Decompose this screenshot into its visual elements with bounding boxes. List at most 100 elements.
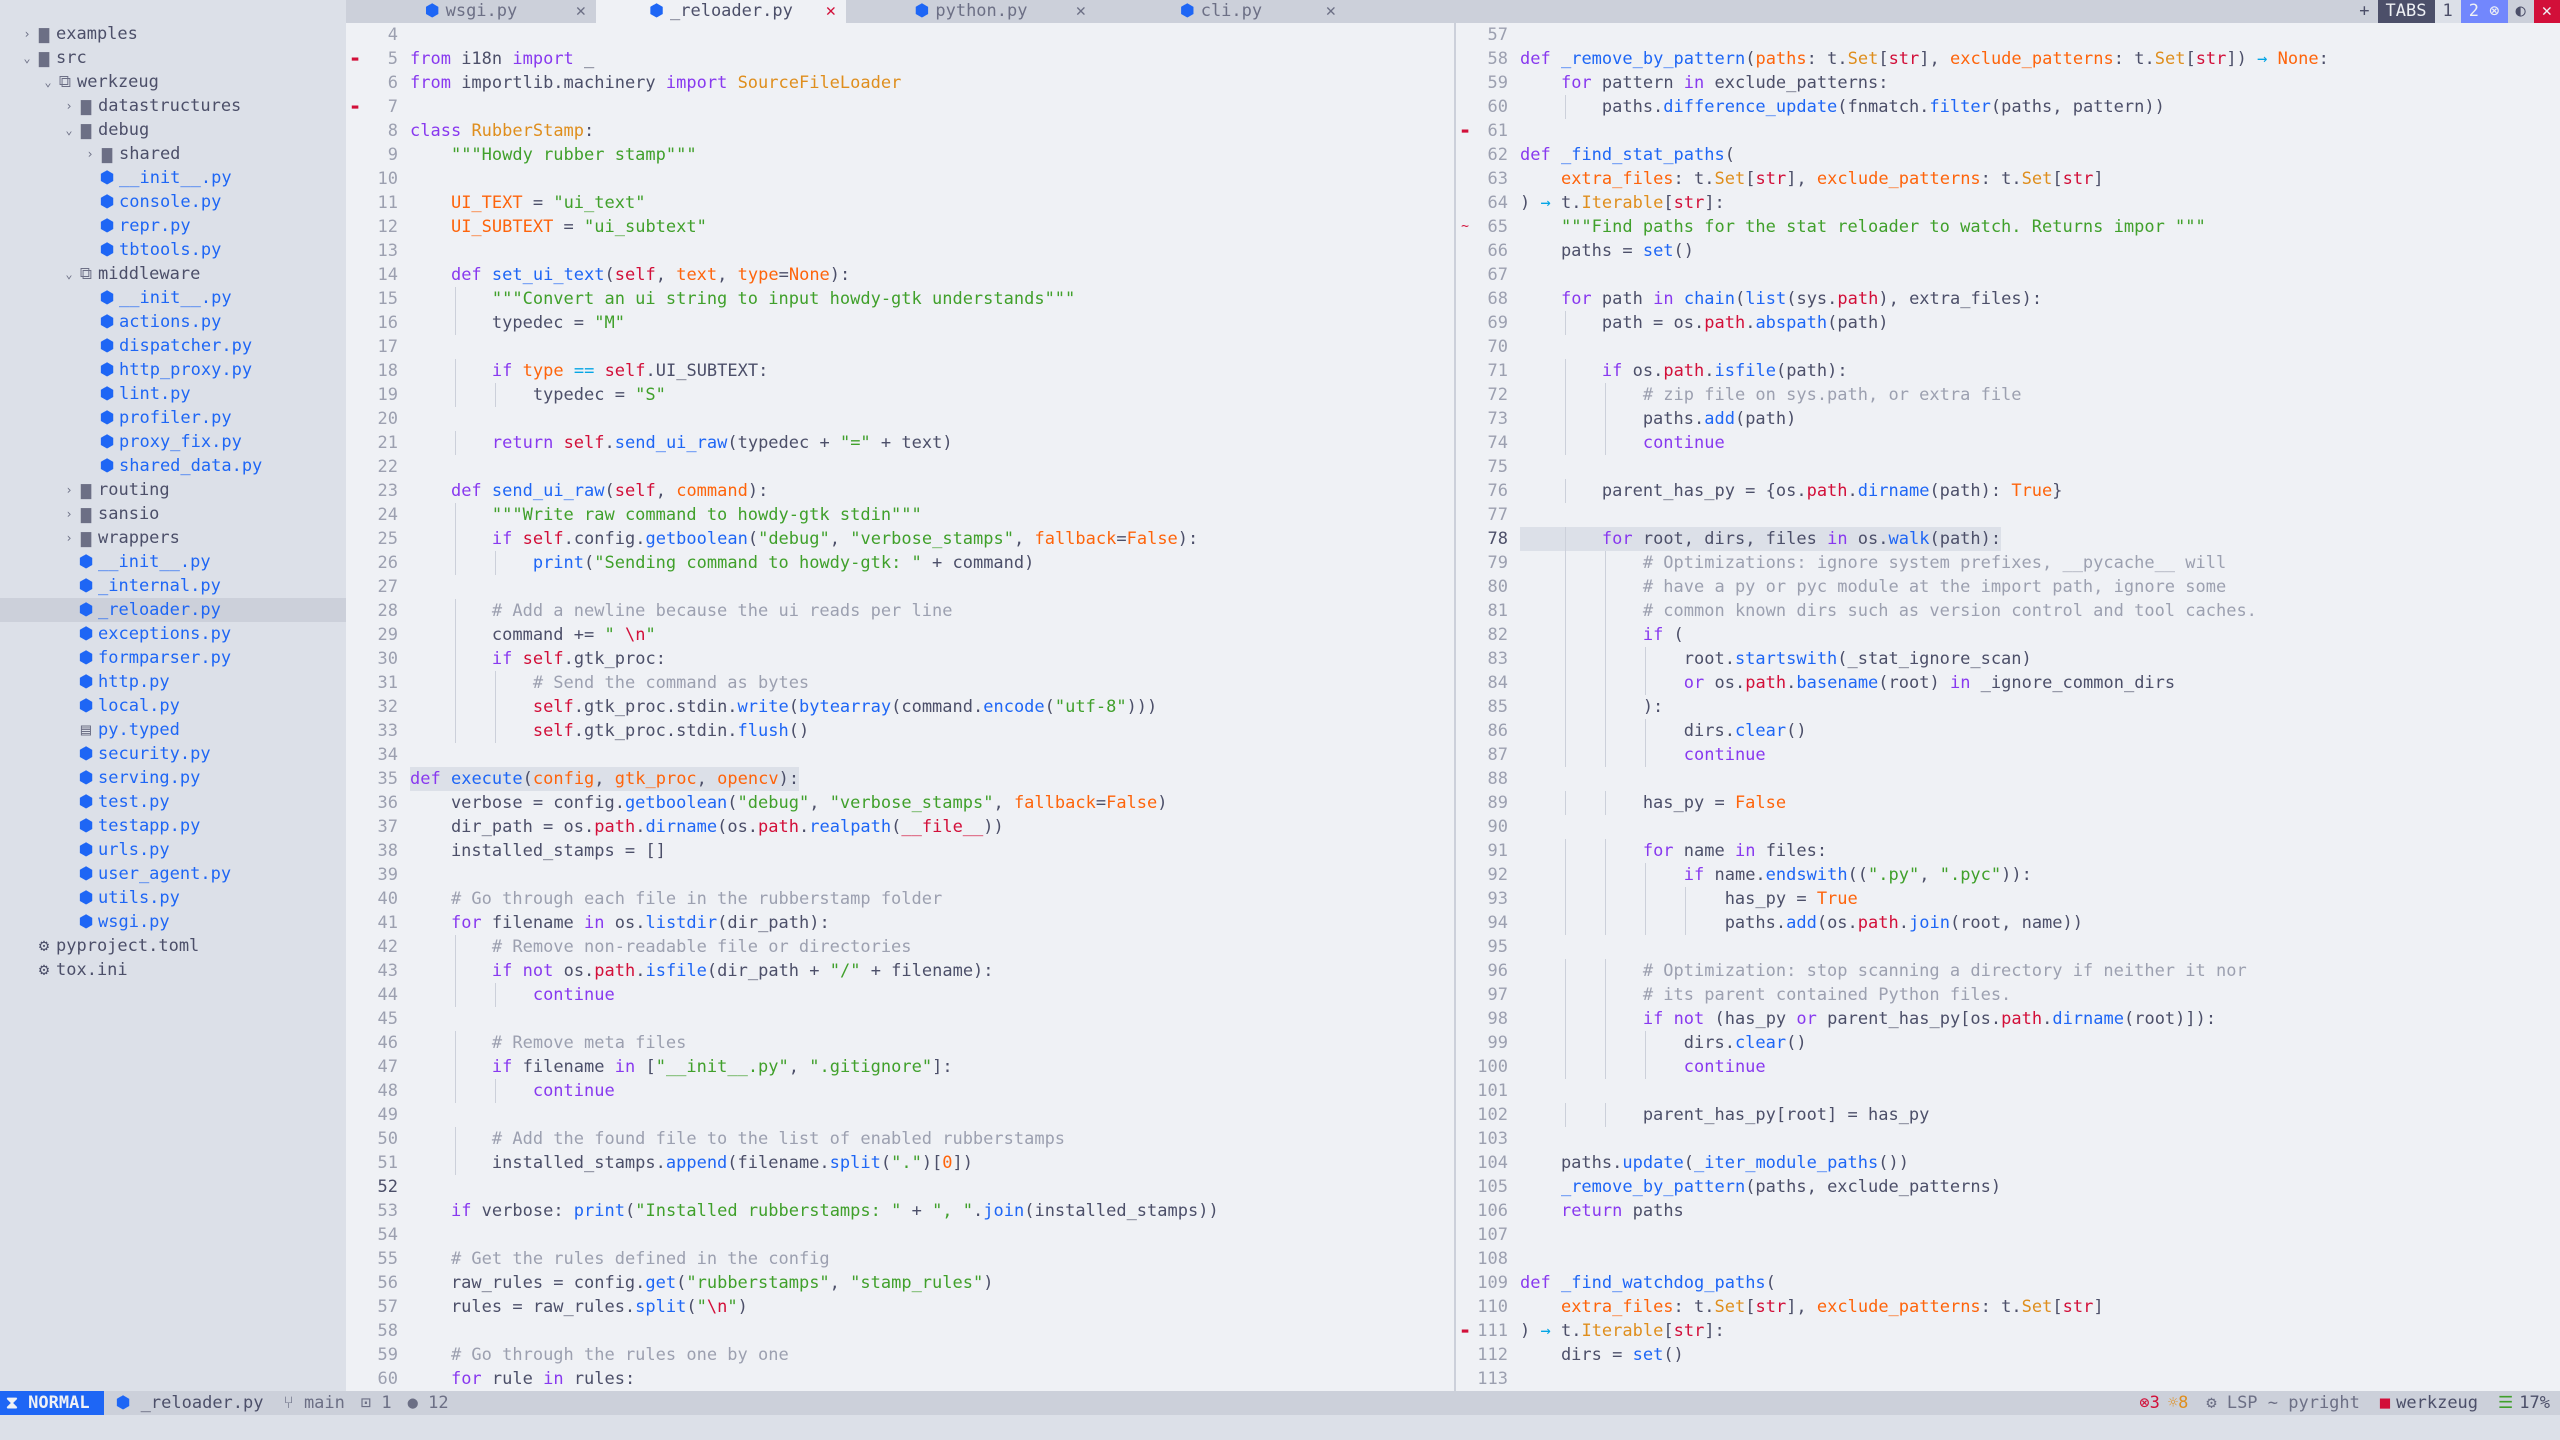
tree-file[interactable]: ⬢ dispatcher.py (0, 334, 346, 358)
code-line[interactable]: 57 (1456, 23, 2560, 47)
code-line[interactable]: 103 (1456, 1127, 2560, 1151)
code-line[interactable]: 86 dirs.clear() (1456, 719, 2560, 743)
tab-python[interactable]: ⬢ python.py ✕ (846, 0, 1096, 23)
tree-file[interactable]: ⬢ user_agent.py (0, 862, 346, 886)
code-line[interactable]: 19 typedec = "S" (346, 383, 1454, 407)
tree-folder[interactable]: ⌄ ⧉ werkzeug (0, 70, 346, 94)
code-line[interactable]: 21 return self.send_ui_raw(typedec + "="… (346, 431, 1454, 455)
code-line[interactable]: 50 # Add the found file to the list of e… (346, 1127, 1454, 1151)
code-line[interactable]: 44 continue (346, 983, 1454, 1007)
code-line[interactable]: 53 if verbose: print("Installed rubberst… (346, 1199, 1454, 1223)
code-line[interactable]: 12 UI_SUBTEXT = "ui_subtext" (346, 215, 1454, 239)
theme-toggle-icon[interactable]: ◐ (2508, 0, 2534, 23)
code-line[interactable]: 110 extra_files: t.Set[str], exclude_pat… (1456, 1295, 2560, 1319)
code-line[interactable]: 45 (346, 1007, 1454, 1031)
tree-file[interactable]: ⬢ __init__.py (0, 166, 346, 190)
code-line[interactable]: ▬ 7 (346, 95, 1454, 119)
code-line[interactable]: 30 if self.gtk_proc: (346, 647, 1454, 671)
code-line[interactable]: 35 def execute(config, gtk_proc, opencv): (346, 767, 1454, 791)
tab-reloader[interactable]: ⬢ _reloader.py ✕ (596, 0, 846, 23)
tab-cli[interactable]: ⬢ cli.py ✕ (1096, 0, 1346, 23)
code-line[interactable]: 51 installed_stamps.append(filename.spli… (346, 1151, 1454, 1175)
code-line[interactable]: ▬ 5 from i18n import _ (346, 47, 1454, 71)
tree-folder[interactable]: › ▆ routing (0, 478, 346, 502)
code-line[interactable]: 90 (1456, 815, 2560, 839)
code-line[interactable]: 92 if name.endswith((".py", ".pyc")): (1456, 863, 2560, 887)
code-line[interactable]: 63 extra_files: t.Set[str], exclude_patt… (1456, 167, 2560, 191)
tree-file[interactable]: ⬢ http.py (0, 670, 346, 694)
code-line[interactable]: 36 verbose = config.getboolean("debug", … (346, 791, 1454, 815)
code-line[interactable]: 112 dirs = set() (1456, 1343, 2560, 1367)
tree-folder[interactable]: › ▆ sansio (0, 502, 346, 526)
code-line[interactable]: ▬ 111) → t.Iterable[str]: (1456, 1319, 2560, 1343)
chevron-down-icon[interactable]: ⌄ (41, 70, 55, 94)
tree-folder[interactable]: ⌄ ▆ debug (0, 118, 346, 142)
chevron-right-icon[interactable]: › (83, 142, 97, 166)
code-line[interactable]: 85 ): (1456, 695, 2560, 719)
code-line[interactable]: 52 (346, 1175, 1454, 1199)
code-line[interactable]: 87 continue (1456, 743, 2560, 767)
tree-file[interactable]: ⬢ _reloader.py (0, 598, 346, 622)
tree-file[interactable]: ⬢ testapp.py (0, 814, 346, 838)
tree-folder[interactable]: › ▆ examples (0, 22, 346, 46)
code-line[interactable]: 6 from importlib.machinery import SourceF… (346, 71, 1454, 95)
tree-folder[interactable]: › ▆ shared (0, 142, 346, 166)
code-line[interactable]: 48 continue (346, 1079, 1454, 1103)
code-line[interactable]: 4 (346, 23, 1454, 47)
code-line[interactable]: 99 dirs.clear() (1456, 1031, 2560, 1055)
code-line[interactable]: 58 def _remove_by_pattern(paths: t.Set[st… (1456, 47, 2560, 71)
code-line[interactable]: 37 dir_path = os.path.dirname(os.path.re… (346, 815, 1454, 839)
code-line[interactable]: 54 (346, 1223, 1454, 1247)
code-line[interactable]: 9 """Howdy rubber stamp""" (346, 143, 1454, 167)
chevron-right-icon[interactable]: › (20, 22, 34, 46)
code-line[interactable]: 79 # Optimizations: ignore system prefix… (1456, 551, 2560, 575)
code-line[interactable]: 68 for path in chain(list(sys.path), ext… (1456, 287, 2560, 311)
tree-folder[interactable]: ⌄ ⧉ middleware (0, 262, 346, 286)
code-line[interactable]: 39 (346, 863, 1454, 887)
tree-file[interactable]: ⬢ shared_data.py (0, 454, 346, 478)
code-line[interactable]: 91 for name in files: (1456, 839, 2560, 863)
tree-file[interactable]: ⬢ http_proxy.py (0, 358, 346, 382)
code-line[interactable]: 29 command += " \n" (346, 623, 1454, 647)
code-line[interactable]: 67 (1456, 263, 2560, 287)
code-line[interactable]: 64) → t.Iterable[str]: (1456, 191, 2560, 215)
code-line[interactable]: 32 self.gtk_proc.stdin.write(bytearray(c… (346, 695, 1454, 719)
chevron-down-icon[interactable]: ⌄ (62, 262, 76, 286)
code-line[interactable]: 95 (1456, 935, 2560, 959)
code-line[interactable]: 71 if os.path.isfile(path): (1456, 359, 2560, 383)
tree-file[interactable]: ⬢ actions.py (0, 310, 346, 334)
tree-file[interactable]: ⬢ exceptions.py (0, 622, 346, 646)
code-line[interactable]: 34 (346, 743, 1454, 767)
code-line[interactable]: 55 # Get the rules defined in the config (346, 1247, 1454, 1271)
code-line[interactable]: 40 # Go through each file in the rubbers… (346, 887, 1454, 911)
code-line[interactable]: 89 has_py = False (1456, 791, 2560, 815)
code-line[interactable]: 66 paths = set() (1456, 239, 2560, 263)
tree-file[interactable]: ⬢ test.py (0, 790, 346, 814)
code-line[interactable]: 10 (346, 167, 1454, 191)
git-branch[interactable]: ⑂ main (276, 1393, 353, 1413)
tree-file[interactable]: ⚙ pyproject.toml (0, 934, 346, 958)
code-line[interactable]: 100 continue (1456, 1055, 2560, 1079)
code-line[interactable]: 25 if self.config.getboolean("debug", "v… (346, 527, 1454, 551)
code-line[interactable]: 113 (1456, 1367, 2560, 1391)
tree-folder[interactable]: › ▆ wrappers (0, 526, 346, 550)
code-line[interactable]: 57 rules = raw_rules.split("\n") (346, 1295, 1454, 1319)
code-line[interactable]: 56 raw_rules = config.get("rubberstamps"… (346, 1271, 1454, 1295)
code-line[interactable]: 69 path = os.path.abspath(path) (1456, 311, 2560, 335)
close-icon[interactable]: ✕ (826, 0, 836, 23)
close-icon[interactable]: ✕ (576, 0, 586, 23)
code-line[interactable]: 83 root.startswith(_stat_ignore_scan) (1456, 647, 2560, 671)
code-line[interactable]: 23 def send_ui_raw(self, command): (346, 479, 1454, 503)
status-file[interactable]: ⬢ _reloader.py (104, 1393, 276, 1413)
code-line[interactable]: 81 # common known dirs such as version c… (1456, 599, 2560, 623)
modified-sign-icon[interactable]: ~ (1456, 215, 1474, 239)
code-line[interactable]: 28 # Add a newline because the ui reads … (346, 599, 1454, 623)
tree-file[interactable]: ⬢ local.py (0, 694, 346, 718)
tree-file[interactable]: ⬢ serving.py (0, 766, 346, 790)
tab-wsgi[interactable]: ⬢ wsgi.py ✕ (346, 0, 596, 23)
code-line[interactable]: 108 (1456, 1247, 2560, 1271)
code-line[interactable]: 60 paths.difference_update(fnmatch.filte… (1456, 95, 2560, 119)
close-icon[interactable]: ✕ (1076, 0, 1086, 23)
code-line[interactable]: 22 (346, 455, 1454, 479)
code-line[interactable]: 46 # Remove meta files (346, 1031, 1454, 1055)
